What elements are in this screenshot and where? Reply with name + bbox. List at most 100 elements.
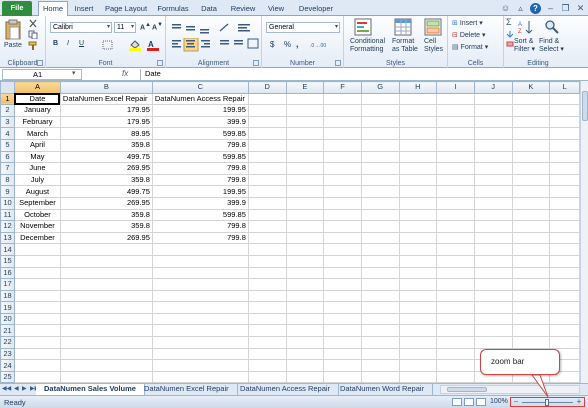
cell[interactable] xyxy=(247,254,287,268)
cell[interactable] xyxy=(436,359,475,372)
cell[interactable] xyxy=(549,312,580,326)
cell[interactable] xyxy=(549,324,580,338)
column-header-c[interactable]: C xyxy=(151,81,249,94)
row-header[interactable]: 2 xyxy=(0,104,15,117)
cell[interactable]: 499.75 xyxy=(59,185,153,198)
cell[interactable] xyxy=(59,243,153,256)
row-header[interactable]: 17 xyxy=(0,278,15,291)
cell[interactable] xyxy=(323,185,362,198)
cell[interactable] xyxy=(323,208,362,222)
cell[interactable]: March xyxy=(13,127,61,140)
cell[interactable] xyxy=(511,127,551,140)
cell[interactable]: February xyxy=(13,115,61,129)
prev-sheet-icon[interactable]: ◀ xyxy=(14,385,19,392)
row-header[interactable]: 3 xyxy=(0,115,15,129)
cell[interactable] xyxy=(59,370,153,383)
cell[interactable] xyxy=(473,208,513,222)
vertical-align-icons[interactable] xyxy=(170,22,260,34)
cell[interactable] xyxy=(436,104,475,117)
cell[interactable]: 199.95 xyxy=(151,185,249,198)
select-all-corner[interactable] xyxy=(0,81,15,94)
horizontal-align-icons[interactable] xyxy=(170,38,260,52)
cell[interactable] xyxy=(285,138,325,152)
row-header[interactable]: 23 xyxy=(0,347,15,361)
cell[interactable] xyxy=(285,289,325,303)
cell[interactable] xyxy=(549,138,580,152)
cell[interactable] xyxy=(247,185,287,198)
cell[interactable] xyxy=(59,278,153,291)
cell[interactable] xyxy=(436,243,475,256)
cell[interactable] xyxy=(398,115,438,129)
cell[interactable] xyxy=(511,336,551,349)
cell[interactable] xyxy=(549,196,580,210)
cell[interactable] xyxy=(436,220,475,233)
find-select-icon[interactable] xyxy=(544,19,560,35)
cell[interactable] xyxy=(59,347,153,361)
cell[interactable] xyxy=(285,312,325,326)
insert-function-icon[interactable]: fx xyxy=(122,69,128,78)
cell[interactable] xyxy=(59,266,153,280)
cell[interactable] xyxy=(549,173,580,187)
delete-button[interactable]: ⊟ Delete ▾ xyxy=(452,31,486,39)
cell[interactable] xyxy=(398,138,438,152)
cell[interactable] xyxy=(151,359,249,372)
cell[interactable] xyxy=(323,336,362,349)
restore-icon[interactable]: ❐ xyxy=(560,3,571,14)
format-painter-icon[interactable] xyxy=(28,41,38,50)
cell[interactable] xyxy=(436,336,475,349)
cell[interactable] xyxy=(473,104,513,117)
cell[interactable] xyxy=(398,220,438,233)
cell[interactable]: 799.8 xyxy=(151,220,249,233)
row-header[interactable]: 16 xyxy=(0,266,15,280)
font-name-combo[interactable]: Calibri ▾ xyxy=(50,22,112,33)
cell[interactable] xyxy=(398,289,438,303)
cell-styles-button[interactable]: Cell Styles xyxy=(424,38,443,54)
chevron-down-icon[interactable]: ▾ xyxy=(72,69,76,77)
cell[interactable] xyxy=(511,243,551,256)
cell[interactable]: 359.8 xyxy=(59,208,153,222)
tab-file[interactable]: File xyxy=(2,1,32,16)
row-header[interactable]: 24 xyxy=(0,359,15,372)
vertical-scrollbar[interactable] xyxy=(580,81,588,383)
cell[interactable] xyxy=(360,324,400,338)
cell[interactable] xyxy=(436,266,475,280)
cell[interactable] xyxy=(549,266,580,280)
cell[interactable] xyxy=(323,324,362,338)
close-icon[interactable]: ✕ xyxy=(575,3,586,14)
smiley-icon[interactable]: ☺ xyxy=(500,3,511,14)
cell[interactable] xyxy=(360,359,400,372)
cell[interactable]: April xyxy=(13,138,61,152)
cell[interactable] xyxy=(360,138,400,152)
cell[interactable] xyxy=(473,312,513,326)
cell[interactable] xyxy=(549,127,580,140)
cell[interactable] xyxy=(511,92,551,106)
cell[interactable] xyxy=(436,301,475,314)
cell[interactable] xyxy=(511,208,551,222)
cell[interactable] xyxy=(323,138,362,152)
cell[interactable] xyxy=(247,173,287,187)
tab-data[interactable]: Data xyxy=(198,2,220,16)
cell[interactable] xyxy=(360,115,400,129)
first-sheet-icon[interactable]: ◀◀ xyxy=(2,385,11,392)
cell[interactable] xyxy=(473,162,513,175)
zoom-out-icon[interactable]: − xyxy=(512,398,520,406)
cell[interactable] xyxy=(247,150,287,164)
name-box[interactable]: A1 xyxy=(2,69,82,80)
cell[interactable] xyxy=(247,312,287,326)
cell[interactable]: DataNumen Access Repair xyxy=(151,92,249,106)
cell[interactable] xyxy=(13,347,61,361)
cell[interactable] xyxy=(285,127,325,140)
cell[interactable] xyxy=(511,196,551,210)
row-header[interactable]: 1 xyxy=(0,92,15,106)
row-header[interactable]: 15 xyxy=(0,254,15,268)
cell[interactable] xyxy=(436,92,475,106)
cell[interactable] xyxy=(13,324,61,338)
cell[interactable] xyxy=(549,301,580,314)
column-header-h[interactable]: H xyxy=(398,81,438,94)
cell[interactable] xyxy=(151,278,249,291)
cell[interactable] xyxy=(13,243,61,256)
cell[interactable] xyxy=(436,289,475,303)
cell[interactable] xyxy=(473,301,513,314)
cell[interactable] xyxy=(511,138,551,152)
row-header[interactable]: 5 xyxy=(0,138,15,152)
